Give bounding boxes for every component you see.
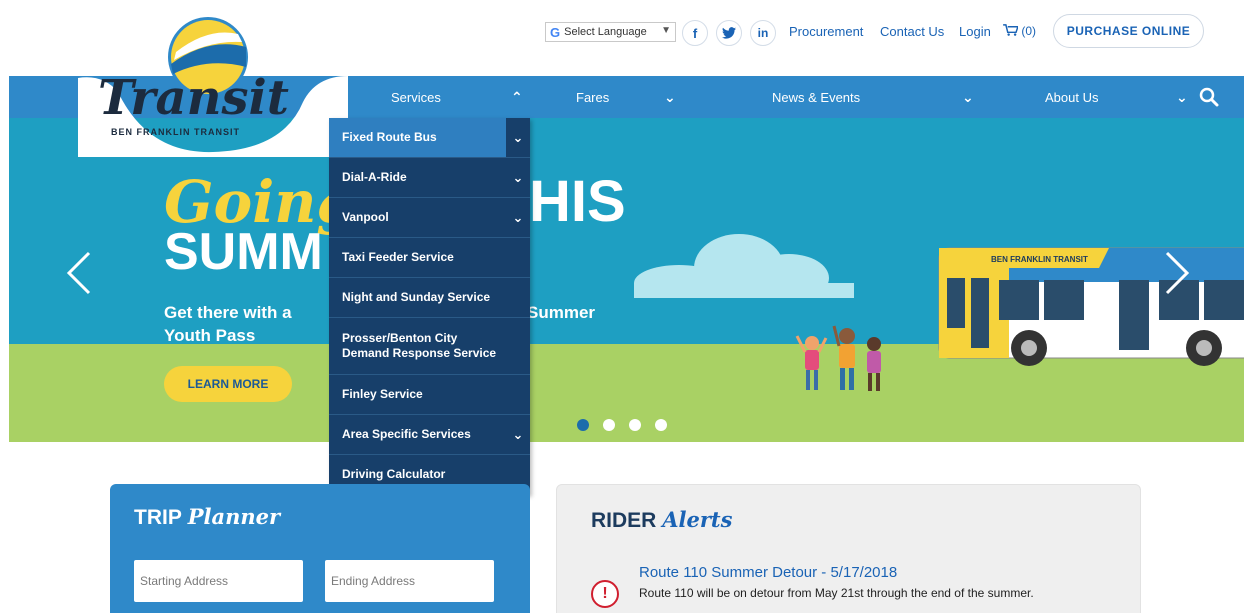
dropdown-item[interactable]: Vanpool ⌄ xyxy=(329,198,530,238)
dropdown-item[interactable]: Night and Sunday Service xyxy=(329,278,530,318)
dropdown-item-label: Area Specific Services xyxy=(342,427,471,441)
dropdown-item-label: Prosser/Benton City Demand Response Serv… xyxy=(342,331,497,360)
alert-title-link[interactable]: Route 110 Summer Detour - 5/17/2018 xyxy=(639,564,897,581)
chevron-down-icon[interactable]: ⌄ xyxy=(506,118,530,157)
bus-illustration: BEN FRANKLIN TRANSIT xyxy=(938,247,1244,366)
rider-alerts-panel: RIDER Alerts ! Route 110 Summer Detour -… xyxy=(556,484,1141,613)
hero-headline-end: HIS xyxy=(529,169,626,234)
carousel-dot[interactable] xyxy=(629,419,641,431)
nav-services[interactable]: Services xyxy=(391,76,441,118)
hero-headline-line2: SUMM xyxy=(164,223,323,281)
login-link[interactable]: Login xyxy=(959,24,991,39)
purchase-online-button[interactable]: PURCHASE ONLINE xyxy=(1053,14,1204,48)
trip-planner-title: TRIP Planner xyxy=(134,504,280,530)
cart-button[interactable]: (0) xyxy=(1003,24,1036,38)
linkedin-icon[interactable]: in xyxy=(750,20,776,46)
trip-planner-panel: TRIP Planner xyxy=(110,484,530,613)
learn-more-button[interactable]: LEARN MORE xyxy=(164,366,292,402)
nav-news-events[interactable]: News & Events xyxy=(772,76,860,118)
alerts-title-bold: RIDER xyxy=(591,509,657,532)
chevron-down-icon[interactable]: ⌄ xyxy=(1176,76,1188,118)
carousel-dot[interactable] xyxy=(655,419,667,431)
carousel-next-icon[interactable] xyxy=(1162,248,1192,298)
nav-fares[interactable]: Fares xyxy=(576,76,609,118)
nav-about-us[interactable]: About Us xyxy=(1045,76,1098,118)
chevron-up-icon[interactable]: ⌃ xyxy=(511,76,523,118)
alert-warning-icon: ! xyxy=(591,580,619,608)
dropdown-item-label: Fixed Route Bus xyxy=(342,130,437,144)
alert-body-text: Route 110 will be on detour from May 21s… xyxy=(639,586,1034,600)
language-select-label: Select Language xyxy=(564,26,647,38)
hero-subtitle-start: Get there with a xyxy=(164,303,292,322)
carousel-dot[interactable] xyxy=(603,419,615,431)
chevron-down-icon[interactable]: ⌄ xyxy=(506,415,530,454)
cart-count: (0) xyxy=(1021,24,1037,38)
dropdown-item-label: Dial-A-Ride xyxy=(342,170,407,184)
contact-us-link[interactable]: Contact Us xyxy=(880,24,944,39)
hero-carousel: BEN FRANKLIN TRANSIT Going HIS SUMM Get … xyxy=(9,118,1244,442)
dropdown-item[interactable]: Fixed Route Bus ⌄ xyxy=(329,118,530,158)
ben-franklin-transit-logo[interactable]: Transit BEN FRANKLIN TRANSIT xyxy=(78,12,348,157)
trip-title-bold: TRIP xyxy=(134,506,182,529)
dropdown-item-label: Night and Sunday Service xyxy=(342,290,491,304)
dropdown-arrow-icon: ▼ xyxy=(661,25,671,36)
alerts-title-script: Alerts xyxy=(662,507,733,532)
dropdown-item-label: Taxi Feeder Service xyxy=(342,250,454,264)
logo-name-text: BEN FRANKLIN TRANSIT xyxy=(111,127,240,137)
dropdown-item-label: Finley Service xyxy=(342,387,423,401)
facebook-icon[interactable]: f xyxy=(682,20,708,46)
language-select[interactable]: G Select Language ▼ xyxy=(545,22,676,42)
dropdown-item[interactable]: Taxi Feeder Service xyxy=(329,238,530,278)
cloud-illustration xyxy=(634,234,854,298)
dropdown-item-label: Driving Calculator xyxy=(342,467,446,481)
chevron-down-icon[interactable]: ⌄ xyxy=(506,198,530,237)
dropdown-item[interactable]: Dial-A-Ride ⌄ xyxy=(329,158,530,198)
procurement-link[interactable]: Procurement xyxy=(789,24,863,39)
ending-address-input[interactable] xyxy=(325,560,494,602)
twitter-icon[interactable] xyxy=(716,20,742,46)
hero-subtitle-line2: Youth Pass xyxy=(164,326,256,345)
dropdown-item[interactable]: Prosser/Benton City Demand Response Serv… xyxy=(329,318,530,375)
carousel-dot[interactable] xyxy=(577,419,589,431)
rider-alerts-title: RIDER Alerts xyxy=(591,507,732,533)
logo-script-text: Transit xyxy=(98,70,289,126)
hero-subtitle-end: Summer xyxy=(527,303,596,322)
carousel-dots xyxy=(577,419,667,431)
services-dropdown: Fixed Route Bus ⌄ Dial-A-Ride ⌄ Vanpool ⌄ Taxi… xyxy=(329,118,530,495)
bus-banner-text: BEN FRANKLIN TRANSIT xyxy=(991,255,1088,264)
google-icon: G xyxy=(550,24,561,40)
chevron-down-icon[interactable]: ⌄ xyxy=(664,76,676,118)
chevron-down-icon[interactable]: ⌄ xyxy=(962,76,974,118)
kids-illustration xyxy=(795,325,881,391)
dropdown-item[interactable]: Area Specific Services ⌄ xyxy=(329,415,530,455)
trip-title-script: Planner xyxy=(187,504,281,529)
starting-address-input[interactable] xyxy=(134,560,303,602)
chevron-down-icon[interactable]: ⌄ xyxy=(506,158,530,197)
carousel-prev-icon[interactable] xyxy=(64,248,94,298)
dropdown-item-label: Vanpool xyxy=(342,210,389,224)
cart-icon xyxy=(1003,24,1019,36)
dropdown-item[interactable]: Finley Service xyxy=(329,375,530,415)
search-icon[interactable] xyxy=(1199,87,1219,107)
